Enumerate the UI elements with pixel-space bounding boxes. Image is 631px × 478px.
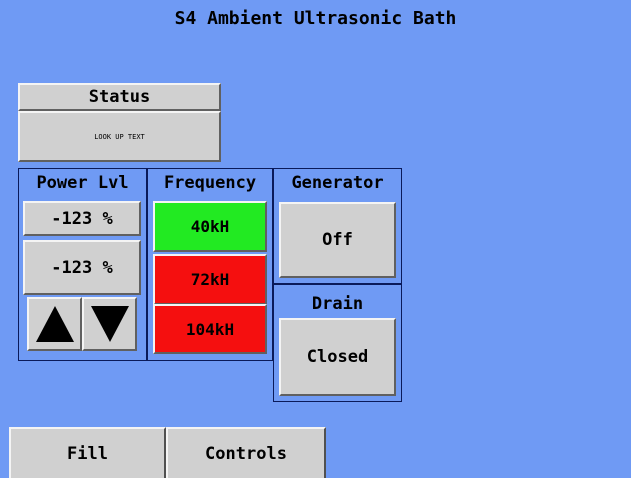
power-level-setpoint[interactable]: -123 % — [23, 201, 141, 236]
drain-panel: Drain Closed — [273, 284, 402, 402]
drain-toggle-button[interactable]: Closed — [279, 318, 396, 396]
tab-fill[interactable]: Fill — [9, 427, 166, 478]
status-header: Status — [18, 83, 221, 111]
generator-header: Generator — [291, 173, 384, 193]
arrow-down-icon — [90, 306, 129, 342]
status-display: LOOK UP TEXT — [18, 111, 221, 162]
power-up-button[interactable] — [27, 297, 82, 351]
power-level-value[interactable]: -123 % — [23, 240, 141, 295]
frequency-panel: Frequency 40kH 72kH 104kH — [147, 168, 273, 361]
generator-panel: Generator Off — [273, 168, 402, 284]
generator-toggle-button[interactable]: Off — [279, 202, 396, 278]
arrow-up-icon — [35, 306, 74, 342]
drain-header: Drain — [311, 294, 364, 314]
page-title: S4 Ambient Ultrasonic Bath — [174, 8, 457, 29]
power-level-panel: Power Lvl -123 % -123 % — [18, 168, 147, 361]
power-level-header: Power Lvl — [36, 173, 129, 193]
frequency-header: Frequency — [163, 173, 257, 193]
frequency-72khz-button[interactable]: 72kH — [153, 254, 267, 305]
power-down-button[interactable] — [82, 297, 137, 351]
tab-controls[interactable]: Controls — [166, 427, 326, 478]
frequency-40khz-button[interactable]: 40kH — [153, 201, 267, 252]
frequency-104khz-button[interactable]: 104kH — [153, 304, 267, 354]
